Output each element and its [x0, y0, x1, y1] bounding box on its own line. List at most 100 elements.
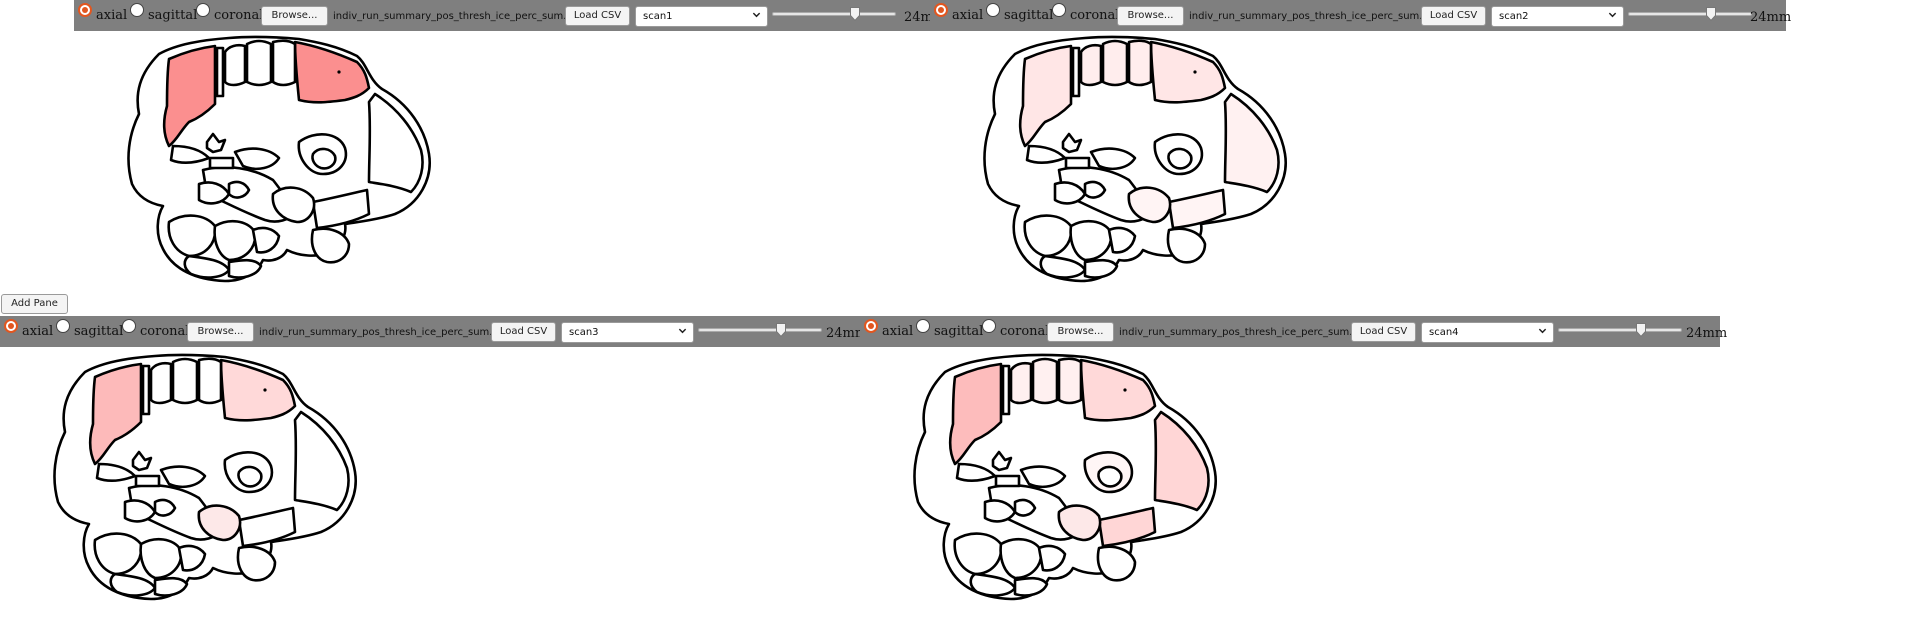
chevron-down-icon [752, 12, 761, 18]
view-radio-coronal[interactable] [122, 319, 136, 333]
slider-thumb[interactable] [1706, 7, 1716, 21]
tract-a [227, 180, 251, 199]
view-label-sagittal: sagittal [934, 324, 984, 339]
file-name-label: indiv_run_summary_pos_thresh_ice_perc_su… [259, 327, 510, 338]
slice-slider[interactable] [1558, 323, 1682, 337]
ventricle-b [994, 474, 1021, 488]
gyrus-1 [223, 43, 247, 87]
gyrus-2 [1101, 39, 1129, 87]
brain-slice-view [913, 353, 1217, 601]
view-label-coronal: coronal [1070, 8, 1120, 23]
scan-select[interactable]: scan4 [1421, 322, 1554, 343]
view-radio-axial[interactable] [934, 3, 948, 17]
slice-position-label: 24mm [1750, 10, 1792, 25]
gyrus-2 [245, 39, 273, 87]
gyrus-1 [149, 361, 173, 405]
view-radio-sagittal[interactable] [986, 3, 1000, 17]
load-csv-button[interactable]: Load CSV [565, 6, 630, 26]
load-csv-button[interactable]: Load CSV [1421, 6, 1486, 26]
slider-thumb[interactable] [776, 323, 786, 337]
tract-a [1083, 180, 1107, 199]
view-label-sagittal: sagittal [74, 324, 124, 339]
scan-select[interactable]: scan2 [1491, 6, 1624, 27]
browse-button[interactable]: Browse... [1117, 6, 1184, 26]
pane-toolbar: axial sagittal coronal Browse... indiv_r… [860, 316, 1727, 347]
parietal-marker [1123, 388, 1127, 392]
browse-button[interactable]: Browse... [187, 322, 254, 342]
pane-toolbar: axial sagittal coronal Browse... indiv_r… [0, 316, 867, 347]
parietal-marker [263, 388, 267, 392]
slice-slider[interactable] [772, 7, 896, 21]
view-radio-axial[interactable] [4, 319, 18, 333]
browse-button[interactable]: Browse... [1047, 322, 1114, 342]
scan-select-value: scan2 [1499, 11, 1529, 22]
view-radio-sagittal[interactable] [916, 319, 930, 333]
add-pane-button[interactable]: Add Pane [1, 294, 68, 314]
gyrus-1 [1009, 361, 1033, 405]
brain-slice-view [53, 353, 357, 601]
view-radio-sagittal[interactable] [130, 3, 144, 17]
parietal-region [293, 40, 371, 104]
view-label-coronal: coronal [214, 8, 264, 23]
gyrus-2 [171, 357, 199, 405]
load-csv-button[interactable]: Load CSV [1351, 322, 1416, 342]
slider-track [1628, 12, 1752, 16]
cerebellum-d [1013, 576, 1049, 597]
view-label-sagittal: sagittal [148, 8, 198, 23]
insula-region [159, 465, 207, 489]
gyrus-4 [141, 364, 151, 416]
cerebellum-d [153, 576, 189, 597]
slice-slider[interactable] [698, 323, 822, 337]
view-radio-coronal[interactable] [1052, 3, 1066, 17]
viewer-pane-2: axial sagittal coronal Browse... indiv_r… [930, 0, 1791, 300]
gyrus-4 [1071, 46, 1081, 98]
view-label-sagittal: sagittal [1004, 8, 1054, 23]
tract-a [153, 498, 177, 517]
gyrus-3 [271, 39, 297, 87]
slider-track [772, 12, 896, 16]
ventricle-b [1064, 156, 1091, 170]
occipital-region [1153, 410, 1210, 512]
scan-select[interactable]: scan1 [635, 6, 768, 27]
view-radio-coronal[interactable] [196, 3, 210, 17]
browse-button[interactable]: Browse... [261, 6, 328, 26]
parietal-marker [337, 70, 341, 74]
brain-slice-view [127, 35, 431, 283]
file-name-label: indiv_run_summary_pos_thresh_ice_perc_su… [1119, 327, 1370, 338]
view-radio-sagittal[interactable] [56, 319, 70, 333]
view-radio-axial[interactable] [78, 3, 92, 17]
chevron-down-icon [678, 328, 687, 334]
scan-select-value: scan1 [643, 11, 673, 22]
insula-region [1089, 147, 1137, 171]
slider-track [698, 328, 822, 332]
parietal-region [219, 358, 297, 422]
scan-select[interactable]: scan3 [561, 322, 694, 343]
occipital-region [367, 92, 424, 194]
file-name-label: indiv_run_summary_pos_thresh_ice_perc_su… [1189, 11, 1440, 22]
scan-select-value: scan4 [1429, 327, 1459, 338]
slider-track [1558, 328, 1682, 332]
view-label-axial: axial [22, 324, 54, 339]
viewer-pane-3: axial sagittal coronal Browse... indiv_r… [0, 316, 867, 623]
brain-slice-view [983, 35, 1287, 283]
parietal-region [1079, 358, 1157, 422]
occipital-region [1223, 92, 1280, 194]
cerebellum-d [227, 258, 263, 279]
gyrus-4 [215, 46, 225, 98]
cerebellum-d [1083, 258, 1119, 279]
slider-thumb[interactable] [1636, 323, 1646, 337]
view-radio-coronal[interactable] [982, 319, 996, 333]
slider-thumb[interactable] [850, 7, 860, 21]
ventricle-b [134, 474, 161, 488]
insula-region [233, 147, 281, 171]
slice-position-label: 24mm [1686, 326, 1728, 341]
scan-select-value: scan3 [569, 327, 599, 338]
chevron-down-icon [1538, 328, 1547, 334]
view-label-axial: axial [96, 8, 128, 23]
thalamus-inner [311, 147, 337, 170]
tract-a [1013, 498, 1037, 517]
slice-slider[interactable] [1628, 7, 1752, 21]
load-csv-button[interactable]: Load CSV [491, 322, 556, 342]
pane-toolbar: axial sagittal coronal Browse... indiv_r… [930, 0, 1791, 31]
view-radio-axial[interactable] [864, 319, 878, 333]
